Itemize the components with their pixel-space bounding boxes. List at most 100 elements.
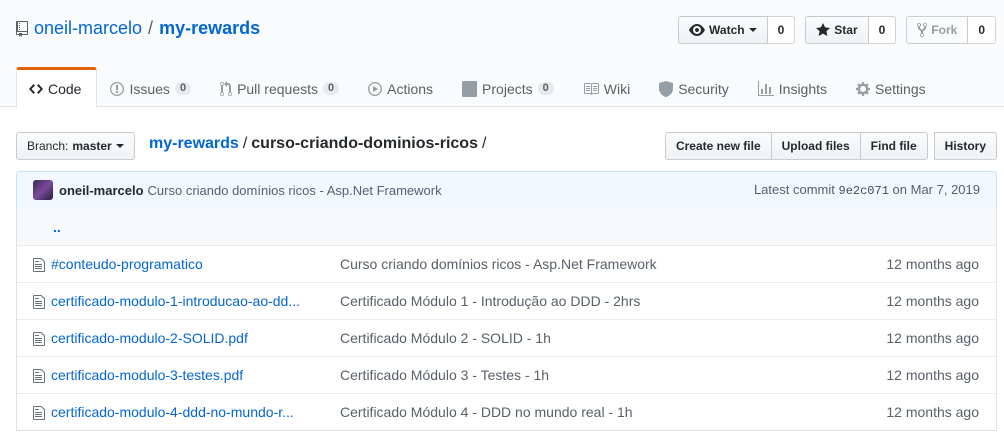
file-commit-message[interactable]: Certificado Módulo 4 - DDD no mundo real… xyxy=(340,404,633,420)
fork-count[interactable]: 0 xyxy=(968,16,996,44)
fork-group: Fork 0 xyxy=(906,16,996,44)
watch-button[interactable]: Watch xyxy=(678,16,768,44)
tab-issues[interactable]: Issues 0 xyxy=(97,67,207,108)
tab-issues-label: Issues xyxy=(129,80,170,97)
find-file-button[interactable]: Find file xyxy=(859,132,928,160)
tab-wiki[interactable]: Wiki xyxy=(570,67,646,108)
shield-icon xyxy=(659,80,674,97)
file-icon xyxy=(33,405,45,424)
branch-select-button[interactable]: Branch: master xyxy=(16,132,135,160)
tab-insights[interactable]: Insights xyxy=(745,67,843,108)
create-new-file-button[interactable]: Create new file xyxy=(664,132,772,160)
file-age: 12 months ago xyxy=(886,404,979,420)
file-name-link[interactable]: certificado-modulo-2-SOLID.pdf xyxy=(51,330,248,346)
file-name-link[interactable]: certificado-modulo-1-introducao-ao-dd... xyxy=(51,293,300,309)
file-commit-message[interactable]: Curso criando domínios ricos - Asp.Net F… xyxy=(340,256,657,272)
file-name-link[interactable]: #conteudo-programatico xyxy=(51,256,203,272)
chevron-down-icon xyxy=(748,28,757,32)
table-row: certificado-modulo-3-testes.pdf Certific… xyxy=(17,356,996,393)
repo-title: oneil-marcelo / my-rewards xyxy=(16,18,260,39)
tab-projects-label: Projects xyxy=(482,80,533,97)
tab-code[interactable]: Code xyxy=(16,67,98,108)
star-count[interactable]: 0 xyxy=(868,16,897,44)
code-icon xyxy=(29,81,43,97)
project-icon xyxy=(462,80,478,97)
table-row: #conteudo-programatico Curso criando dom… xyxy=(17,245,996,282)
file-name-link[interactable]: certificado-modulo-4-ddd-no-mundo-r... xyxy=(51,404,294,420)
breadcrumb-root-link[interactable]: my-rewards xyxy=(149,135,239,152)
tab-code-label: Code xyxy=(48,80,82,97)
pull-requests-counter: 0 xyxy=(323,82,340,95)
pagehead-actions: Watch 0 Star 0 Fork 0 xyxy=(668,16,996,44)
commit-message[interactable]: Curso criando domínios ricos - Asp.Net F… xyxy=(148,183,442,198)
file-icon xyxy=(33,368,45,387)
issue-icon xyxy=(110,81,125,97)
breadcrumb-separator: / xyxy=(242,135,248,152)
breadcrumb: my-rewards / curso-criando-dominios-ricos / xyxy=(149,135,490,153)
watch-label: Watch xyxy=(709,23,745,37)
repo-owner-link[interactable]: oneil-marcelo xyxy=(34,18,142,39)
tab-actions[interactable]: Actions xyxy=(355,67,449,108)
history-button[interactable]: History xyxy=(933,132,997,160)
tab-security-label: Security xyxy=(678,80,729,97)
commit-meta: Latest commit 9e2c071 on Mar 7, 2019 xyxy=(754,182,980,198)
file-age: 12 months ago xyxy=(886,293,979,309)
file-icon xyxy=(33,257,45,276)
latest-commit-label: Latest commit xyxy=(753,182,835,197)
fork-icon xyxy=(917,22,928,38)
tab-security[interactable]: Security xyxy=(646,67,745,108)
file-commit-message[interactable]: Certificado Módulo 1 - Introdução ao DDD… xyxy=(340,293,640,309)
star-group: Star 0 xyxy=(805,16,897,44)
fork-button[interactable]: Fork xyxy=(906,16,969,44)
file-icon xyxy=(33,294,45,313)
graph-icon xyxy=(757,80,774,97)
parent-dir-row: .. xyxy=(17,208,996,245)
projects-counter: 0 xyxy=(537,82,554,95)
commit-sha[interactable]: 9e2c071 xyxy=(839,184,889,198)
book-icon xyxy=(583,81,599,97)
branch-name: master xyxy=(72,139,112,153)
commit-author[interactable]: oneil-marcelo xyxy=(59,183,144,198)
tab-projects[interactable]: Projects 0 xyxy=(449,67,570,108)
tab-insights-label: Insights xyxy=(778,80,828,97)
pull-request-icon xyxy=(220,80,233,97)
tab-settings-label: Settings xyxy=(875,80,926,97)
table-row: certificado-modulo-1-introducao-ao-dd...… xyxy=(17,282,996,319)
file-navigation: Branch: master my-rewards / curso-criando-… xyxy=(16,132,997,160)
tab-pull-requests-label: Pull requests xyxy=(237,80,318,97)
fork-label: Fork xyxy=(931,23,958,37)
upload-files-button[interactable]: Upload files xyxy=(770,132,861,160)
star-button[interactable]: Star xyxy=(805,16,869,44)
file-actions: Create new file Upload files Find file H… xyxy=(664,132,997,160)
file-icon xyxy=(33,331,45,350)
repo-separator: / xyxy=(148,18,154,38)
breadcrumb-separator: / xyxy=(481,135,487,152)
star-icon xyxy=(816,23,831,36)
gear-icon xyxy=(856,81,871,97)
avatar[interactable] xyxy=(33,180,53,200)
watch-group: Watch 0 xyxy=(678,16,796,44)
file-name-link[interactable]: certificado-modulo-3-testes.pdf xyxy=(51,367,243,383)
table-row: certificado-modulo-4-ddd-no-mundo-r... C… xyxy=(17,393,996,430)
repo-nav: Code Issues 0 Pull requests 0 Actions Pr… xyxy=(16,67,942,108)
star-label: Star xyxy=(834,23,858,37)
eye-icon xyxy=(689,24,706,36)
file-commit-message[interactable]: Certificado Módulo 3 - Testes - 1h xyxy=(340,367,549,383)
chevron-down-icon xyxy=(115,144,124,148)
tab-wiki-label: Wiki xyxy=(603,80,631,97)
file-age: 12 months ago xyxy=(886,256,979,272)
watch-count[interactable]: 0 xyxy=(767,16,796,44)
parent-dir-link[interactable]: .. xyxy=(53,219,61,235)
file-age: 12 months ago xyxy=(886,330,979,346)
file-age: 12 months ago xyxy=(886,367,979,383)
tab-actions-label: Actions xyxy=(387,80,434,97)
repo-name-link[interactable]: my-rewards xyxy=(159,18,260,39)
table-row: certificado-modulo-2-SOLID.pdf Certifica… xyxy=(17,319,996,356)
issues-counter: 0 xyxy=(174,82,192,95)
commit-date: on Mar 7, 2019 xyxy=(892,182,980,197)
repo-icon xyxy=(16,20,28,37)
tab-settings[interactable]: Settings xyxy=(843,67,942,108)
repo-header: oneil-marcelo / my-rewards Watch 0 Star … xyxy=(0,0,1004,108)
file-commit-message[interactable]: Certificado Módulo 2 - SOLID - 1h xyxy=(340,330,551,346)
tab-pull-requests[interactable]: Pull requests 0 xyxy=(207,67,355,108)
